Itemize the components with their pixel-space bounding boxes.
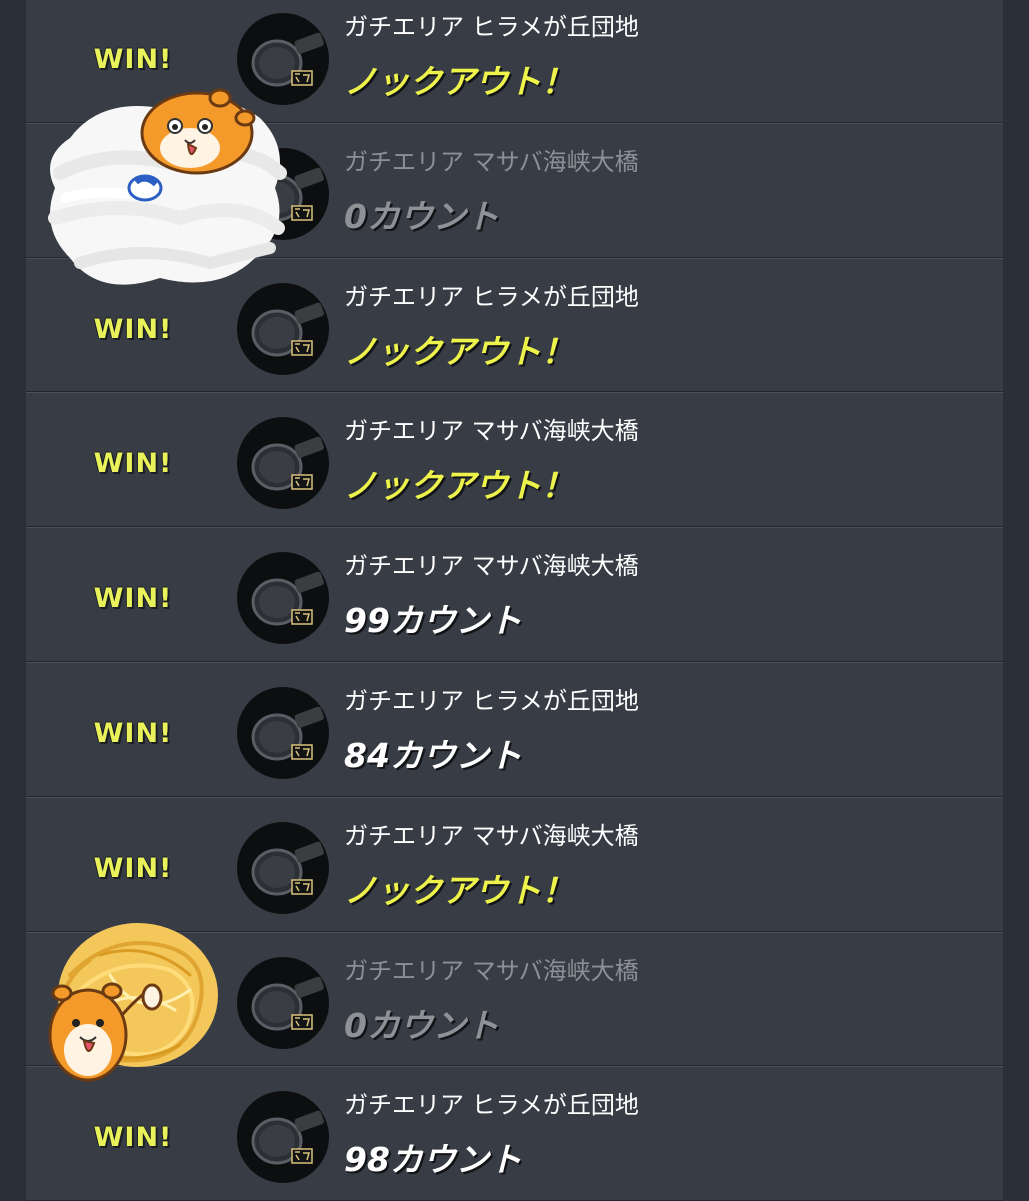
battle-row[interactable]: WIN! ガチエリア ヒラメが丘団地 84カウント bbox=[26, 661, 1003, 797]
frying-pan-weapon-icon bbox=[237, 821, 329, 914]
outcome-text: 98カウント bbox=[344, 1140, 522, 1180]
outcome-text: ノックアウト！ bbox=[344, 466, 575, 506]
battle-row[interactable]: ガチエリア マサバ海峡大橋 0カウント bbox=[26, 931, 1003, 1067]
pan-inner bbox=[259, 1125, 295, 1158]
result-label: WIN! bbox=[93, 583, 173, 615]
outcome-text: 0カウント bbox=[344, 196, 499, 236]
stage-name: ガチエリア ヒラメが丘団地 bbox=[344, 282, 639, 311]
sub-weapon-badge bbox=[291, 70, 313, 86]
frying-pan-weapon-icon bbox=[237, 686, 329, 779]
pan-inner bbox=[259, 47, 295, 79]
battle-row[interactable]: WIN! ガチエリア マサバ海峡大橋 ノックアウト！ bbox=[26, 796, 1003, 932]
frying-pan-weapon-icon bbox=[237, 417, 329, 510]
frying-pan-weapon-icon bbox=[237, 282, 329, 375]
result-label: WIN! bbox=[93, 313, 173, 345]
frying-pan-weapon-icon bbox=[237, 552, 329, 645]
frying-pan-weapon-icon bbox=[237, 147, 329, 240]
outcome-text: 0カウント bbox=[344, 1005, 499, 1045]
frying-pan-weapon-icon bbox=[237, 13, 329, 105]
battle-history-list: WIN! ガチエリア ヒラメが丘団地 ノックアウト！ ガチエリア マサバ海峡大橋… bbox=[26, 0, 1003, 1201]
sub-weapon-badge bbox=[291, 609, 313, 625]
sub-weapon-badge bbox=[291, 205, 313, 221]
result-label: WIN! bbox=[93, 44, 173, 75]
outcome-text: 99カウント bbox=[344, 601, 522, 641]
stage-name: ガチエリア マサバ海峡大橋 bbox=[344, 147, 639, 176]
sub-weapon-badge bbox=[291, 339, 313, 356]
sub-weapon-badge bbox=[291, 1148, 313, 1165]
pan-inner bbox=[259, 451, 295, 484]
stage-name: ガチエリア マサバ海峡大橋 bbox=[344, 552, 639, 581]
frying-pan-weapon-icon bbox=[237, 1091, 329, 1184]
battle-row[interactable]: WIN! ガチエリア マサバ海峡大橋 99カウント bbox=[26, 527, 1003, 662]
stage-name: ガチエリア マサバ海峡大橋 bbox=[344, 821, 639, 850]
stage-name: ガチエリア マサバ海峡大橋 bbox=[344, 417, 639, 446]
pan-inner bbox=[259, 720, 295, 753]
sub-weapon-badge bbox=[291, 1013, 313, 1030]
stage-name: ガチエリア ヒラメが丘団地 bbox=[344, 1091, 639, 1120]
outcome-text: 84カウント bbox=[344, 735, 522, 775]
outcome-text: ノックアウト！ bbox=[344, 62, 575, 101]
battle-row[interactable]: WIN! ガチエリア ヒラメが丘団地 ノックアウト！ bbox=[26, 0, 1003, 123]
sub-weapon-badge bbox=[291, 474, 313, 491]
stage-name: ガチエリア ヒラメが丘団地 bbox=[344, 686, 639, 715]
battle-row[interactable]: WIN! ガチエリア ヒラメが丘団地 ノックアウト！ bbox=[26, 257, 1003, 393]
outcome-text: ノックアウト！ bbox=[344, 331, 575, 371]
stage-name: ガチエリア マサバ海峡大橋 bbox=[344, 956, 639, 985]
result-label: WIN! bbox=[93, 717, 173, 749]
outcome-text: ノックアウト！ bbox=[344, 870, 575, 910]
result-label: WIN! bbox=[93, 1122, 173, 1154]
pan-inner bbox=[259, 181, 295, 214]
sub-weapon-badge bbox=[291, 744, 313, 760]
result-label: WIN! bbox=[93, 448, 173, 480]
result-label: WIN! bbox=[93, 852, 173, 884]
battle-row[interactable]: WIN! ガチエリア マサバ海峡大橋 ノックアウト！ bbox=[26, 392, 1003, 528]
pan-inner bbox=[259, 586, 295, 619]
battle-row[interactable]: ガチエリア マサバ海峡大橋 0カウント bbox=[26, 122, 1003, 258]
pan-inner bbox=[259, 316, 295, 349]
battle-row[interactable]: WIN! ガチエリア ヒラメが丘団地 98カウント bbox=[26, 1066, 1003, 1201]
stage-name: ガチエリア ヒラメが丘団地 bbox=[344, 13, 639, 41]
pan-inner bbox=[259, 990, 295, 1023]
sub-weapon-badge bbox=[291, 879, 313, 895]
pan-inner bbox=[259, 855, 295, 888]
frying-pan-weapon-icon bbox=[237, 956, 329, 1049]
